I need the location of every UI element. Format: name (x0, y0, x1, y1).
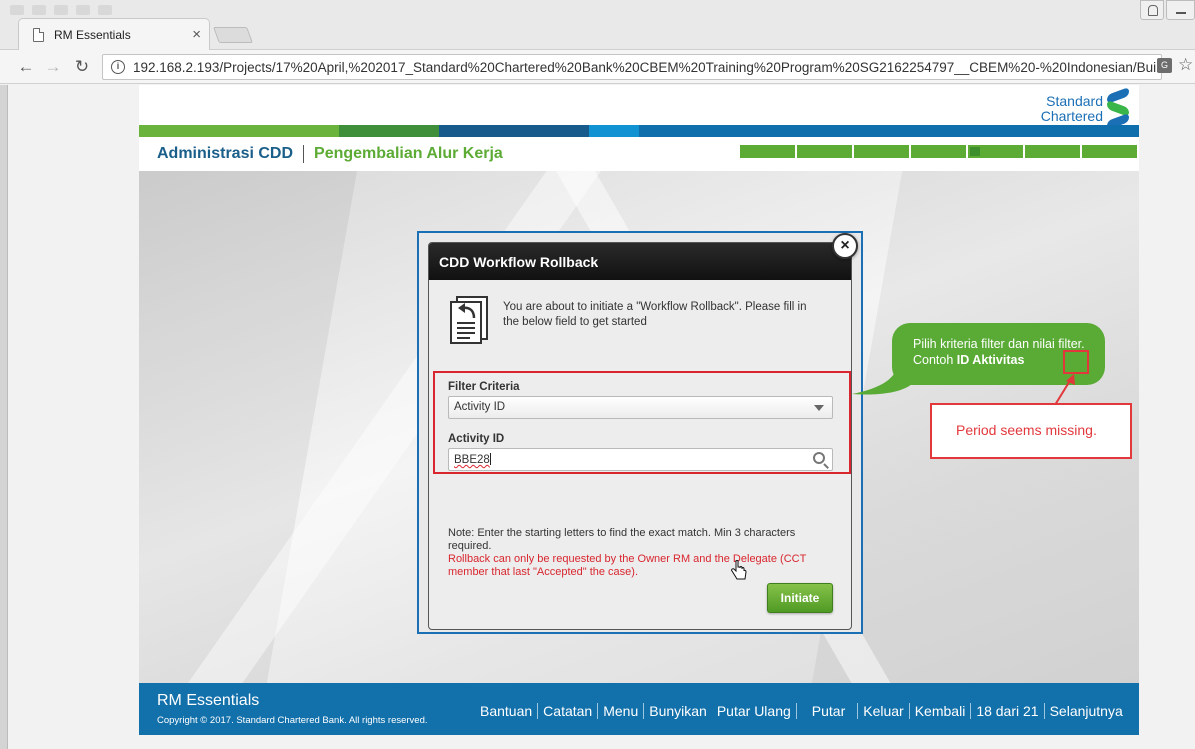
dialog-warning: Rollback can only be requested by the Ow… (448, 553, 807, 578)
page-title: Administrasi CDD Pengembalian Alur Kerja (157, 145, 503, 163)
background-window-toolbar (0, 0, 1195, 20)
topic-title: Pengembalian Alur Kerja (314, 145, 503, 162)
next-button[interactable]: Selanjutnya (1045, 703, 1128, 719)
tab-close-icon[interactable]: × (192, 26, 201, 43)
forward-arrow-icon[interactable]: → (43, 57, 63, 77)
menu-button[interactable]: Menu (598, 703, 643, 719)
reload-icon[interactable]: ↻ (72, 57, 92, 77)
progress-segment (1082, 145, 1137, 158)
dialog-intro-text: You are about to initiate a "Workflow Ro… (503, 301, 807, 328)
filter-criteria-label: Filter Criteria (448, 381, 520, 393)
bookmark-star-icon[interactable]: ☆ (1178, 55, 1193, 75)
course-name: RM Essentials (157, 692, 260, 709)
review-mark (1063, 350, 1089, 374)
logo-mark-icon (1107, 86, 1129, 131)
profile-icon[interactable] (1140, 0, 1164, 20)
review-arrow (1054, 374, 1075, 406)
progress-segment (740, 145, 795, 158)
close-icon[interactable]: × (832, 233, 858, 259)
progress-segment (911, 145, 966, 158)
section-title: Administrasi CDD (157, 145, 294, 162)
browser-tab-bar: RM Essentials × (0, 0, 1195, 50)
dialog-highlight-frame: CDD Workflow Rollback You are about to i… (417, 231, 863, 634)
progress-segment (797, 145, 852, 158)
player-nav: Bantuan Catatan Menu Bunyikan Putar Ulan… (475, 703, 1128, 719)
rollback-document-icon (450, 296, 488, 344)
minimize-button[interactable] (1166, 0, 1195, 20)
progress-segment (854, 145, 909, 158)
player-footer: RM Essentials Copyright © 2017. Standard… (139, 683, 1139, 735)
filter-criteria-value: Activity ID (454, 401, 506, 413)
activity-id-value: BBE28 (454, 454, 490, 466)
page-counter: 18 dari 21 (976, 703, 1039, 719)
chevron-down-icon (814, 405, 824, 411)
back-arrow-icon[interactable]: ← (16, 57, 36, 77)
replay-button[interactable]: Putar Ulang (712, 703, 796, 719)
help-button[interactable]: Bantuan (475, 703, 537, 719)
notes-button[interactable]: Catatan (538, 703, 597, 719)
browser-tab[interactable]: RM Essentials × (18, 18, 210, 50)
new-tab-button[interactable] (213, 27, 253, 43)
title-divider (303, 145, 305, 163)
callout-example: ID Aktivitas (956, 353, 1025, 367)
window-edge (0, 85, 8, 749)
address-bar[interactable]: i 192.168.2.193/Projects/17%20April,%202… (102, 54, 1162, 80)
hand-cursor-icon (731, 560, 747, 580)
exit-button[interactable]: Keluar (858, 703, 908, 719)
course-player: Standard Chartered Administrasi CDD Peng… (139, 85, 1139, 735)
progress-segment (1025, 145, 1080, 158)
browser-toolbar: ← → ↻ i 192.168.2.193/Projects/17%20Apri… (0, 50, 1195, 84)
progress-indicator (740, 145, 1137, 158)
activity-id-input[interactable]: BBE28 (448, 448, 833, 471)
dialog-title: CDD Workflow Rollback (429, 243, 851, 280)
tab-title: RM Essentials (54, 27, 131, 42)
back-button[interactable]: Kembali (910, 703, 971, 719)
info-icon[interactable]: i (111, 60, 125, 74)
page-icon (33, 27, 44, 42)
search-icon[interactable] (813, 452, 825, 464)
filter-criteria-select[interactable]: Activity ID (448, 396, 833, 419)
standard-chartered-logo: Standard Chartered (1040, 86, 1129, 131)
activity-id-label: Activity ID (448, 433, 505, 445)
play-button[interactable]: Putar (797, 703, 857, 719)
translate-icon[interactable]: G (1157, 58, 1172, 73)
logo-line-2: Chartered (1040, 108, 1103, 124)
review-comment: Period seems missing. (930, 403, 1132, 459)
progress-segment (968, 145, 1023, 158)
url-text: 192.168.2.193/Projects/17%20April,%20201… (133, 59, 1160, 75)
initiate-button[interactable]: Initiate (767, 583, 833, 613)
text-cursor (489, 453, 491, 465)
workflow-rollback-dialog: CDD Workflow Rollback You are about to i… (428, 242, 852, 630)
dialog-note: Note: Enter the starting letters to find… (448, 527, 796, 552)
logo-line-1: Standard (1046, 93, 1103, 109)
sound-button[interactable]: Bunyikan (644, 703, 712, 719)
copyright-text: Copyright © 2017. Standard Chartered Ban… (157, 715, 428, 726)
brand-color-bar (139, 125, 1139, 137)
